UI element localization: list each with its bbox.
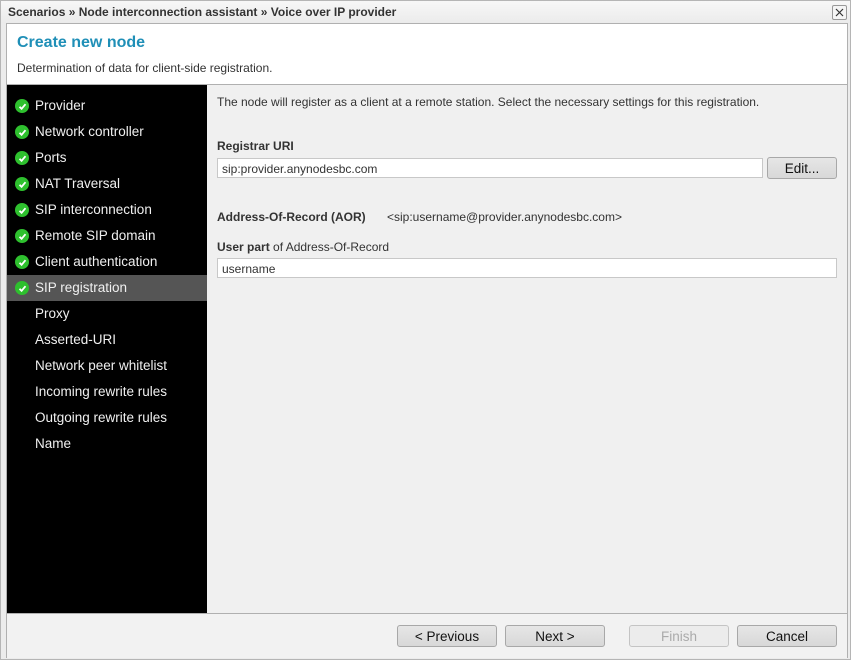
close-button[interactable]: [832, 5, 847, 20]
sidebar-item-label: NAT Traversal: [35, 176, 121, 191]
check-icon: [15, 125, 29, 139]
wizard-header: Create new node Determination of data fo…: [7, 24, 847, 85]
sidebar-item-label: SIP registration: [35, 280, 128, 295]
wizard-footer: < Previous Next > Finish Cancel: [7, 613, 847, 658]
wizard-steps-sidebar: Provider Network controller Ports NAT Trave…: [7, 85, 207, 613]
sidebar-item-client-authentication[interactable]: Client authentication: [7, 249, 207, 275]
sidebar-item-label: Network peer whitelist: [35, 358, 168, 373]
sidebar-item-label: Remote SIP domain: [35, 228, 156, 243]
sidebar-item-remote-sip-domain[interactable]: Remote SIP domain: [7, 223, 207, 249]
edit-button[interactable]: Edit...: [767, 157, 837, 179]
sidebar-item-ports[interactable]: Ports: [7, 145, 207, 171]
titlebar: Scenarios » Node interconnection assista…: [1, 1, 850, 23]
previous-button[interactable]: < Previous: [397, 625, 497, 647]
sidebar-item-outgoing-rewrite-rules[interactable]: Outgoing rewrite rules: [7, 405, 207, 431]
sidebar-item-label: Asserted-URI: [35, 332, 117, 347]
wizard-window: Scenarios » Node interconnection assista…: [0, 0, 851, 660]
page-title: Create new node: [17, 34, 146, 51]
sidebar-item-provider[interactable]: Provider: [7, 93, 207, 119]
close-icon: [835, 8, 844, 17]
check-icon: [15, 99, 29, 113]
check-icon: [15, 151, 29, 165]
sidebar-item-name[interactable]: Name: [7, 431, 207, 457]
sidebar-item-sip-interconnection[interactable]: SIP interconnection: [7, 197, 207, 223]
sidebar-item-label: Network controller: [35, 124, 144, 139]
sidebar-item-label: Ports: [35, 150, 67, 165]
registrar-uri-field[interactable]: sip:provider.anynodesbc.com: [217, 158, 763, 178]
check-icon: [15, 177, 29, 191]
sidebar-item-network-controller[interactable]: Network controller: [7, 119, 207, 145]
sidebar-item-nat-traversal[interactable]: NAT Traversal: [7, 171, 207, 197]
next-button[interactable]: Next >: [505, 625, 605, 647]
check-icon: [15, 203, 29, 217]
sidebar-item-sip-registration[interactable]: SIP registration: [7, 275, 207, 301]
sidebar-item-label: Outgoing rewrite rules: [35, 410, 168, 425]
wizard-frame: Create new node Determination of data fo…: [6, 23, 848, 658]
sidebar-item-label: Client authentication: [35, 254, 158, 269]
sidebar-item-proxy[interactable]: Proxy: [7, 301, 207, 327]
aor-label: Address-Of-Record (AOR): [217, 210, 366, 224]
sidebar-item-network-peer-whitelist[interactable]: Network peer whitelist: [7, 353, 207, 379]
check-icon: [15, 229, 29, 243]
user-part-label: User part of Address-Of-Record: [217, 240, 389, 254]
sidebar-item-asserted-uri[interactable]: Asserted-URI: [7, 327, 207, 353]
sidebar-item-incoming-rewrite-rules[interactable]: Incoming rewrite rules: [7, 379, 207, 405]
aor-value: <sip:username@provider.anynodesbc.com>: [387, 210, 622, 224]
sidebar-item-label: Provider: [35, 98, 86, 113]
finish-button[interactable]: Finish: [629, 625, 729, 647]
intro-text: The node will register as a client at a …: [217, 95, 760, 109]
registrar-uri-label: Registrar URI: [217, 139, 294, 153]
breadcrumb: Scenarios » Node interconnection assista…: [8, 5, 397, 19]
sidebar-item-label: Proxy: [35, 306, 70, 321]
sidebar-item-label: Name: [35, 436, 72, 451]
cancel-button[interactable]: Cancel: [737, 625, 837, 647]
user-part-label-rest: of Address-Of-Record: [269, 240, 390, 254]
user-part-label-bold: User part: [217, 240, 270, 254]
wizard-content: The node will register as a client at a …: [207, 85, 847, 613]
check-icon: [15, 281, 29, 295]
user-part-field[interactable]: username: [217, 258, 837, 278]
page-subtitle: Determination of data for client-side re…: [17, 61, 273, 75]
sidebar-item-label: SIP interconnection: [35, 202, 152, 217]
check-icon: [15, 255, 29, 269]
sidebar-item-label: Incoming rewrite rules: [35, 384, 168, 399]
